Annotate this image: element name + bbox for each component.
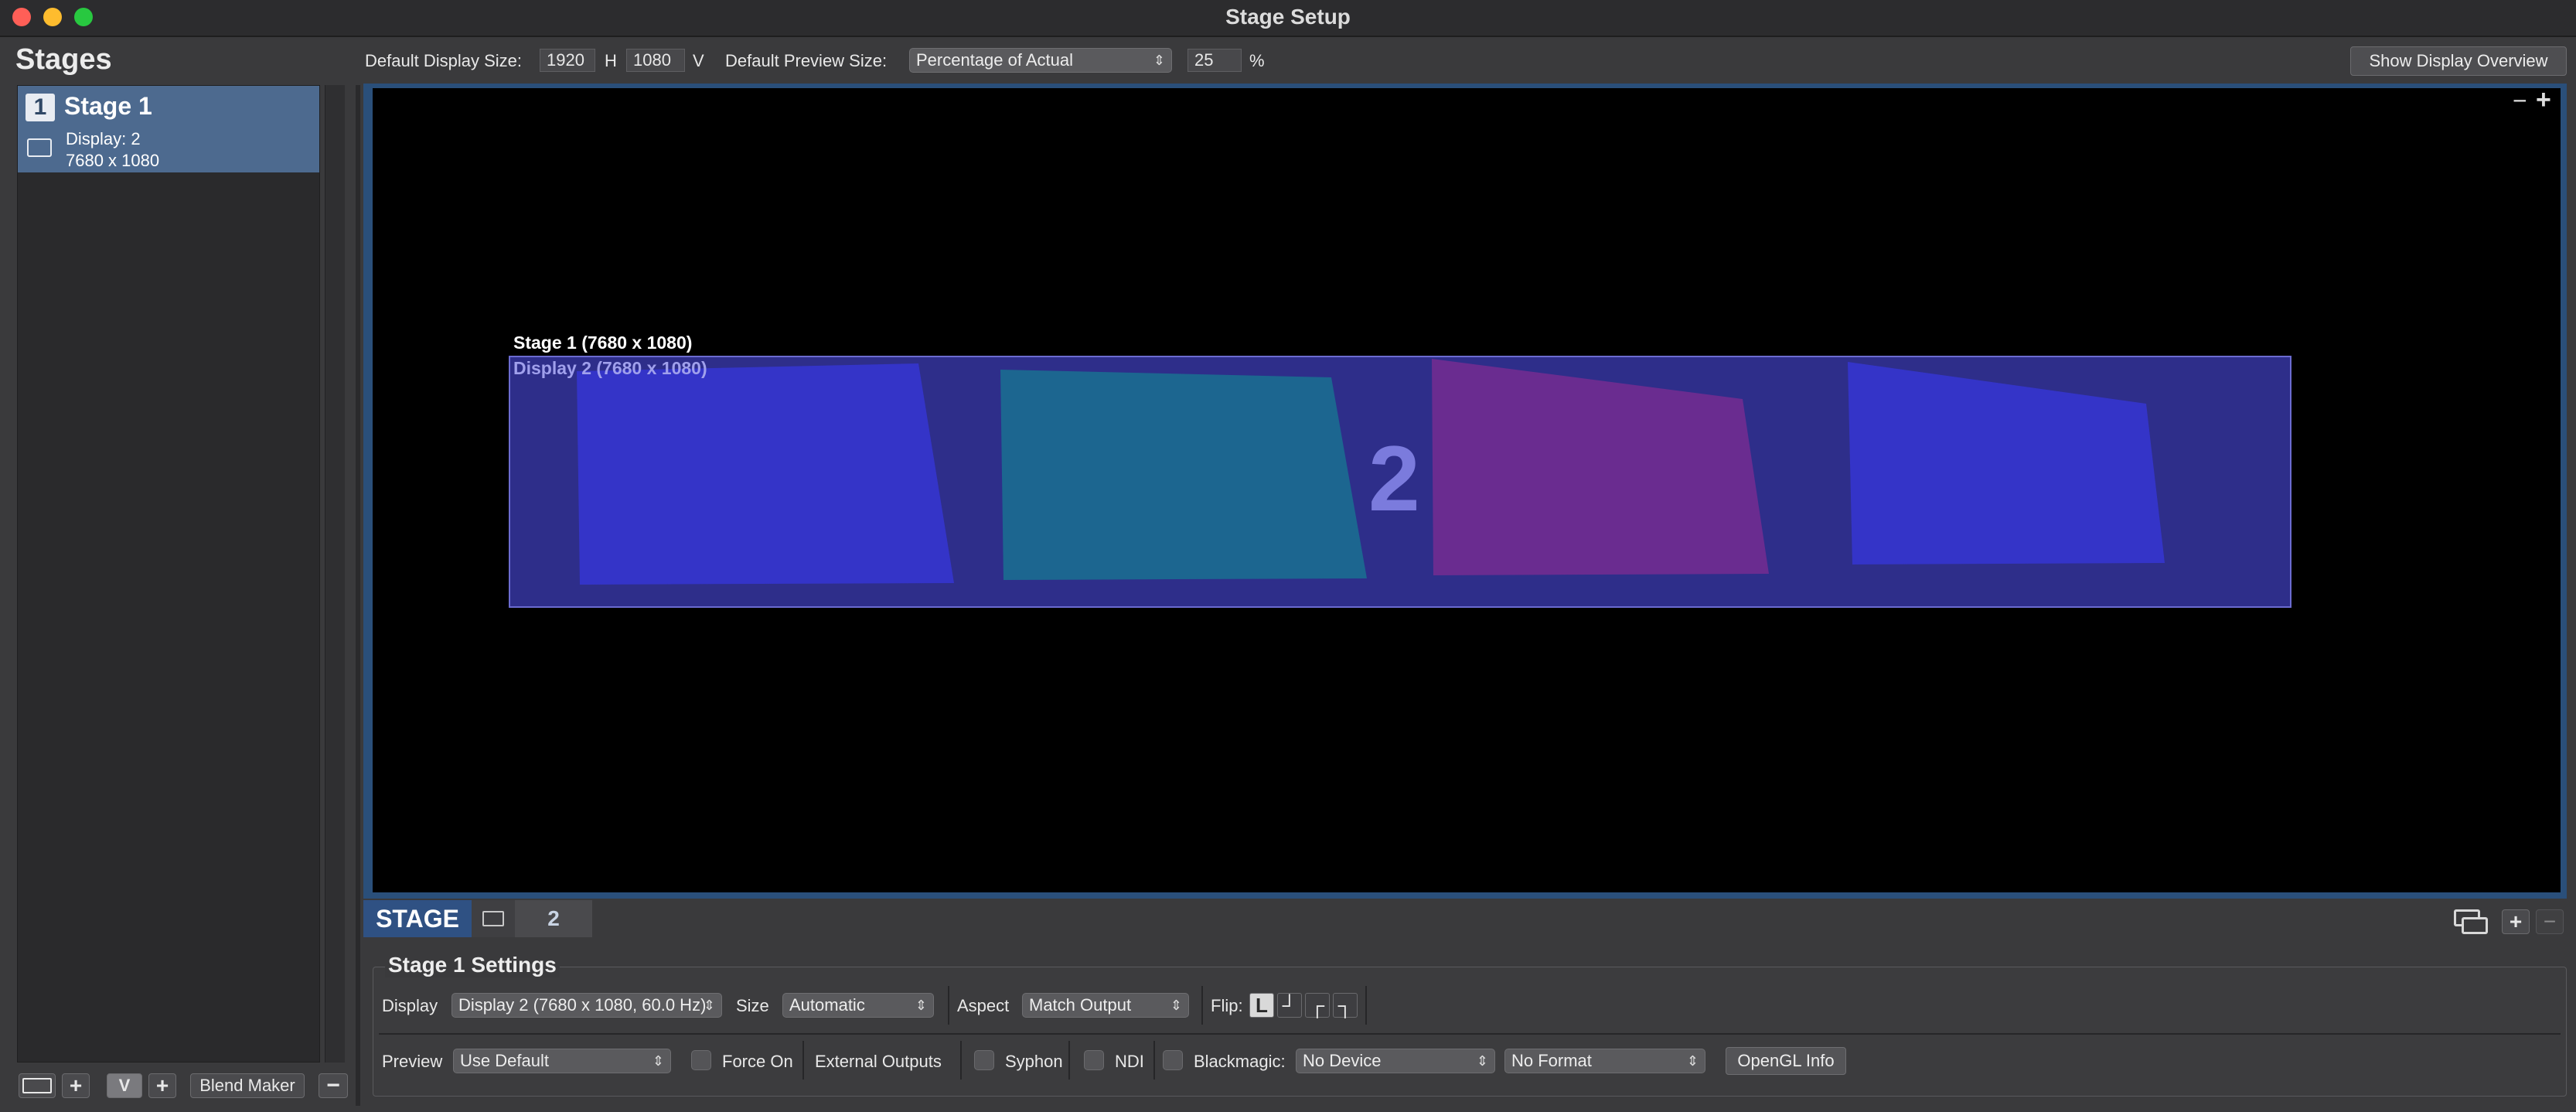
add-stage-button[interactable]: + [62,1073,90,1098]
size-label: Size [736,996,769,1015]
blend-maker-button[interactable]: Blend Maker [190,1073,305,1098]
display-select[interactable]: Display 2 (7680 x 1080, 60.0 Hz) ⇕ [451,993,722,1018]
purple-quad [1432,359,1769,575]
updown-chevron-icon: ⇕ [1153,53,1165,68]
stage-view-button[interactable] [19,1073,56,1098]
flip-vertical-button[interactable]: ┌ [1305,993,1330,1018]
divider [802,1041,804,1080]
add-display-button[interactable]: + [2502,909,2530,934]
preview-size-value: Percentage of Actual [916,50,1074,70]
display-outline-label: Display 2 (7680 x 1080) [513,358,707,378]
stage-settings-panel [373,967,2567,1097]
updown-chevron-icon: ⇕ [1170,998,1182,1013]
format-select-value: No Format [1511,1051,1592,1070]
stage-list: 1 Stage 1 Display: 2 7680 x 1080 [17,85,320,1063]
aspect-select-value: Match Output [1029,995,1132,1015]
divider [1365,986,1367,1025]
display-number-overlay: 2 [1368,427,1420,530]
divider [1068,1041,1070,1080]
zoom-out-button[interactable]: − [2513,87,2527,115]
device-select-value: No Device [1303,1051,1382,1070]
flip-both-button[interactable]: ┐ [1333,993,1358,1018]
updown-chevron-icon: ⇕ [703,998,715,1013]
default-preview-size-label: Default Preview Size: [725,51,888,70]
show-display-overview-button[interactable]: Show Display Overview [2350,46,2567,76]
stage-number-badge: 1 [26,94,55,121]
display-height-field[interactable]: 1080 [626,49,685,72]
ndi-label: NDI [1115,1052,1144,1071]
force-on-label: Force On [722,1052,793,1071]
tab-display-2[interactable]: 2 [515,900,592,937]
flip-none-button[interactable]: L [1249,993,1274,1018]
window-title: Stage Setup [1225,5,1351,29]
add-virtual-stage-button[interactable]: + [148,1073,176,1098]
remove-display-button[interactable]: − [2536,909,2564,934]
virtual-stage-button[interactable]: V [107,1073,142,1098]
stage-display-label: Display: 2 [66,129,141,148]
blackmagic-label: Blackmagic: [1194,1052,1286,1071]
stage-list-scrollbar[interactable] [325,85,345,1063]
syphon-label: Syphon [1005,1052,1063,1071]
updown-chevron-icon: ⇕ [915,998,927,1013]
stage-name: Stage 1 [64,92,152,120]
remove-stage-button[interactable]: − [319,1073,348,1098]
horizontal-label: H [605,51,617,70]
teal-quad [1000,370,1367,580]
size-select[interactable]: Automatic ⇕ [782,993,934,1018]
preview-mode-value: Use Default [460,1051,549,1070]
updown-chevron-icon: ⇕ [652,1053,664,1069]
stage-list-item[interactable]: 1 Stage 1 Display: 2 7680 x 1080 [18,86,319,172]
updown-chevron-icon: ⇕ [1686,1053,1699,1069]
ndi-checkbox[interactable] [1084,1050,1104,1070]
display-label: Display [382,996,438,1015]
default-display-size-label: Default Display Size: [365,51,522,70]
force-on-checkbox[interactable] [691,1050,711,1070]
stages-header: Stages [15,43,112,76]
zoom-in-button[interactable]: + [2536,85,2551,115]
opengl-info-button[interactable]: OpenGL Info [1726,1047,1846,1075]
preview-size-select[interactable]: Percentage of Actual ⇕ [909,48,1172,73]
stage-outline-label: Stage 1 (7680 x 1080) [513,333,693,353]
syphon-checkbox[interactable] [974,1050,994,1070]
external-outputs-label: External Outputs [815,1052,942,1071]
stage-resolution: 7680 x 1080 [66,151,160,170]
preview-percent-field[interactable]: 25 [1187,49,1242,72]
vertical-label: V [693,51,704,70]
display-shape-icon [482,911,504,926]
display-icon [27,138,52,157]
display-width-field[interactable]: 1920 [540,49,595,72]
blue-quad-right [1848,362,2165,565]
settings-divider [379,1033,2561,1035]
blackmagic-format-select[interactable]: No Format ⇕ [1504,1049,1705,1073]
preview-label: Preview [382,1052,443,1071]
size-select-value: Automatic [789,995,865,1015]
preview-mode-select[interactable]: Use Default ⇕ [453,1049,671,1073]
divider [1201,986,1203,1025]
tab-display-icon[interactable] [472,900,515,937]
tab-bar [363,899,2567,937]
stage-settings-title: Stage 1 Settings [385,953,560,977]
tab-stage[interactable]: STAGE [363,900,472,937]
divider [1153,1041,1155,1080]
aspect-label: Aspect [957,996,1010,1015]
stage-rect-icon [22,1078,52,1093]
percent-label: % [1249,51,1265,70]
display-select-value: Display 2 (7680 x 1080, 60.0 Hz) [458,995,707,1015]
divider [948,986,949,1025]
updown-chevron-icon: ⇕ [1476,1053,1488,1069]
blackmagic-checkbox[interactable] [1163,1050,1183,1070]
blue-quad-left [577,363,954,585]
aspect-select[interactable]: Match Output ⇕ [1022,993,1189,1018]
blackmagic-device-select[interactable]: No Device ⇕ [1296,1049,1495,1073]
flip-label: Flip: [1211,996,1243,1015]
panel-divider[interactable] [356,85,360,1106]
multi-display-icon[interactable] [2451,908,2491,936]
divider [960,1041,962,1080]
flip-horizontal-button[interactable]: ┘ [1277,993,1302,1018]
